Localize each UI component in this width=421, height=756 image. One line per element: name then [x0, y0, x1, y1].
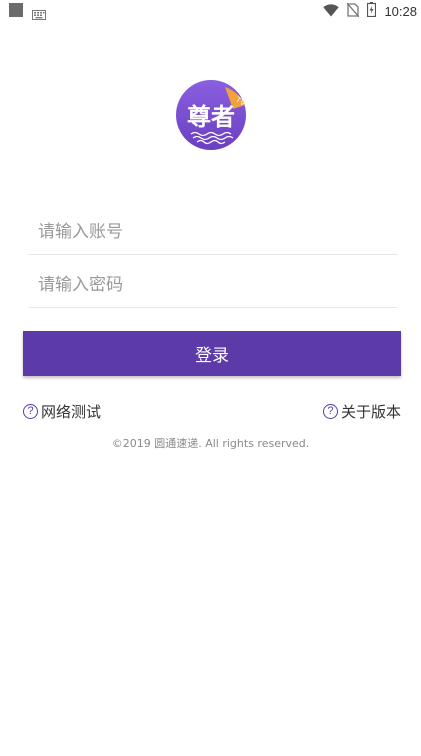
logo-text: 尊者 [187, 102, 235, 131]
password-input[interactable] [28, 263, 397, 307]
about-version-label: 关于版本 [340, 402, 401, 421]
keyboard-icon [32, 5, 46, 24]
about-version-link[interactable]: ? 关于版本 [322, 401, 401, 421]
wifi-icon [323, 2, 340, 21]
network-test-label: 网络测试 [41, 402, 102, 421]
username-field-wrapper [28, 210, 397, 255]
question-circle-icon: ? [23, 403, 38, 419]
login-button[interactable]: 登录 [23, 331, 401, 376]
copyright-text: ©2019 圆通速递. All rights reserved. [111, 437, 310, 450]
status-time: 10:28 [384, 3, 417, 19]
no-sim-icon [346, 2, 360, 21]
password-field-wrapper [28, 263, 397, 308]
username-input[interactable] [28, 210, 397, 254]
notification-square-icon [9, 3, 23, 17]
app-logo: TV 尊者 [175, 79, 248, 151]
network-test-link[interactable]: ? 网络测试 [23, 401, 101, 421]
battery-charging-icon [367, 1, 377, 21]
question-circle-icon: ? [322, 403, 338, 419]
status-bar: 10:28 [0, 0, 421, 22]
login-screen: 10:28 TV 尊者 登录 ? 网络测 [0, 0, 421, 756]
